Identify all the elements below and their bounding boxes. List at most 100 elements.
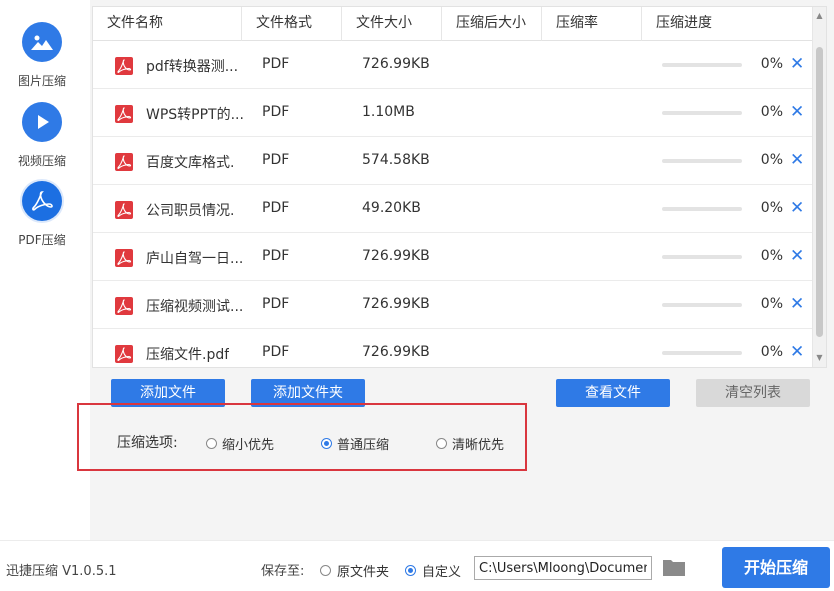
column-header-format: 文件格式: [242, 7, 342, 41]
option-smaller-first[interactable]: 缩小优先: [206, 434, 274, 453]
file-size: 49.20KB: [362, 200, 421, 216]
column-header-compressed-size: 压缩后大小: [442, 7, 542, 41]
pdf-file-icon: [115, 249, 133, 267]
scrollbar-thumb[interactable]: [816, 47, 823, 337]
option-clarity-first[interactable]: 清晰优先: [436, 434, 504, 453]
file-size: 726.99KB: [362, 344, 430, 360]
clear-list-button[interactable]: 清空列表: [696, 379, 810, 407]
delete-icon[interactable]: ✕: [790, 102, 804, 122]
radio-selected-icon: [321, 438, 332, 449]
progress-bar: [662, 111, 742, 115]
table-row[interactable]: 公司职员情况. PDF 49.20KB 0% ✕: [93, 185, 813, 233]
table-row[interactable]: 百度文库格式. PDF 574.58KB 0% ✕: [93, 137, 813, 185]
save-path-input[interactable]: [474, 556, 652, 580]
table-row[interactable]: 压缩文件.pdf PDF 726.99KB 0% ✕: [93, 329, 813, 367]
app-version: 迅捷压缩 V1.0.5.1: [6, 564, 117, 579]
progress-bar: [662, 207, 742, 211]
file-format: PDF: [262, 296, 290, 312]
file-size: 574.58KB: [362, 152, 430, 168]
folder-icon[interactable]: [662, 557, 686, 577]
file-format: PDF: [262, 152, 290, 168]
option-label: 自定义: [422, 565, 462, 580]
pdf-file-icon: [115, 201, 133, 219]
file-name: pdf转换器测...: [146, 59, 239, 75]
file-size: 726.99KB: [362, 248, 430, 264]
file-table: 文件名称 文件格式 文件大小 压缩后大小 压缩率 压缩进度 pdf转换器测...…: [92, 6, 827, 368]
column-header-size: 文件大小: [342, 7, 442, 41]
delete-icon[interactable]: ✕: [790, 198, 804, 218]
progress-percent: 0%: [760, 152, 783, 168]
save-custom-option[interactable]: 自定义: [405, 561, 461, 580]
delete-icon[interactable]: ✕: [790, 342, 804, 362]
file-format: PDF: [262, 200, 290, 216]
sidebar-item-pdf-compress[interactable]: PDF压缩: [0, 181, 84, 248]
sidebar-item-label: 图片压缩: [17, 74, 66, 88]
start-compress-button[interactable]: 开始压缩: [722, 547, 830, 588]
progress-bar: [662, 159, 742, 163]
column-header-name: 文件名称: [93, 7, 242, 41]
delete-icon[interactable]: ✕: [790, 246, 804, 266]
file-name: 压缩视频测试...: [146, 299, 244, 315]
radio-selected-icon: [405, 565, 416, 576]
sidebar-item-label: PDF压缩: [18, 233, 66, 247]
table-row[interactable]: 压缩视频测试... PDF 726.99KB 0% ✕: [93, 281, 813, 329]
sidebar-item-label: 视频压缩: [17, 154, 66, 168]
radio-icon: [206, 438, 217, 449]
play-icon: [22, 102, 62, 142]
radio-icon: [436, 438, 447, 449]
table-header: 文件名称 文件格式 文件大小 压缩后大小 压缩率 压缩进度: [93, 7, 813, 41]
app-window: 图片压缩 视频压缩 PDF压缩 文件名称 文件格式 文件大小 压缩后大小 压缩率…: [0, 0, 834, 591]
delete-icon[interactable]: ✕: [790, 294, 804, 314]
file-name: 庐山自驾一日...: [146, 251, 244, 267]
file-size: 726.99KB: [362, 56, 430, 72]
sidebar-item-image-compress[interactable]: 图片压缩: [0, 22, 84, 89]
progress-percent: 0%: [760, 296, 783, 312]
file-name: WPS转PPT的...: [146, 107, 244, 123]
progress-bar: [662, 303, 742, 307]
column-header-rate: 压缩率: [542, 7, 642, 41]
compression-options-panel: 压缩选项: 缩小优先 普通压缩 清晰优先: [77, 403, 527, 471]
file-format: PDF: [262, 344, 290, 360]
file-name: 压缩文件.pdf: [146, 347, 230, 363]
progress-bar: [662, 63, 742, 67]
sidebar-item-video-compress[interactable]: 视频压缩: [0, 102, 84, 169]
pdf-file-icon: [115, 57, 133, 75]
table-body: pdf转换器测... PDF 726.99KB 0% ✕ WPS转PPT的...…: [93, 41, 813, 367]
option-normal[interactable]: 普通压缩: [321, 434, 389, 453]
table-row[interactable]: WPS转PPT的... PDF 1.10MB 0% ✕: [93, 89, 813, 137]
compression-options-label: 压缩选项:: [117, 435, 178, 451]
option-label: 缩小优先: [222, 438, 275, 453]
scroll-up-icon[interactable]: ▲: [813, 9, 826, 23]
pdf-file-icon: [115, 345, 133, 363]
progress-percent: 0%: [760, 200, 783, 216]
progress-percent: 0%: [760, 344, 783, 360]
pdf-file-icon: [115, 297, 133, 315]
progress-percent: 0%: [760, 56, 783, 72]
delete-icon[interactable]: ✕: [790, 150, 804, 170]
image-icon: [22, 22, 62, 62]
progress-percent: 0%: [760, 104, 783, 120]
progress-bar: [662, 255, 742, 259]
save-original-folder-option[interactable]: 原文件夹: [320, 561, 389, 580]
radio-icon: [320, 565, 331, 576]
vertical-scrollbar[interactable]: ▲ ▼: [812, 7, 826, 367]
view-file-button[interactable]: 查看文件: [556, 379, 670, 407]
scroll-down-icon[interactable]: ▼: [813, 351, 826, 365]
option-label: 原文件夹: [337, 565, 390, 580]
progress-bar: [662, 351, 742, 355]
file-format: PDF: [262, 248, 290, 264]
delete-icon[interactable]: ✕: [790, 54, 804, 74]
column-header-progress: 压缩进度: [656, 15, 712, 31]
file-size: 1.10MB: [362, 104, 415, 120]
pdf-file-icon: [115, 153, 133, 171]
table-row[interactable]: 庐山自驾一日... PDF 726.99KB 0% ✕: [93, 233, 813, 281]
table-row[interactable]: pdf转换器测... PDF 726.99KB 0% ✕: [93, 41, 813, 89]
bottom-bar: 迅捷压缩 V1.0.5.1 保存至: 原文件夹 自定义 开始压缩: [0, 540, 834, 591]
file-format: PDF: [262, 56, 290, 72]
file-name: 百度文库格式.: [146, 155, 235, 171]
file-size: 726.99KB: [362, 296, 430, 312]
file-format: PDF: [262, 104, 290, 120]
pdf-icon: [22, 181, 62, 221]
save-to-label: 保存至:: [261, 564, 305, 579]
pdf-file-icon: [115, 105, 133, 123]
